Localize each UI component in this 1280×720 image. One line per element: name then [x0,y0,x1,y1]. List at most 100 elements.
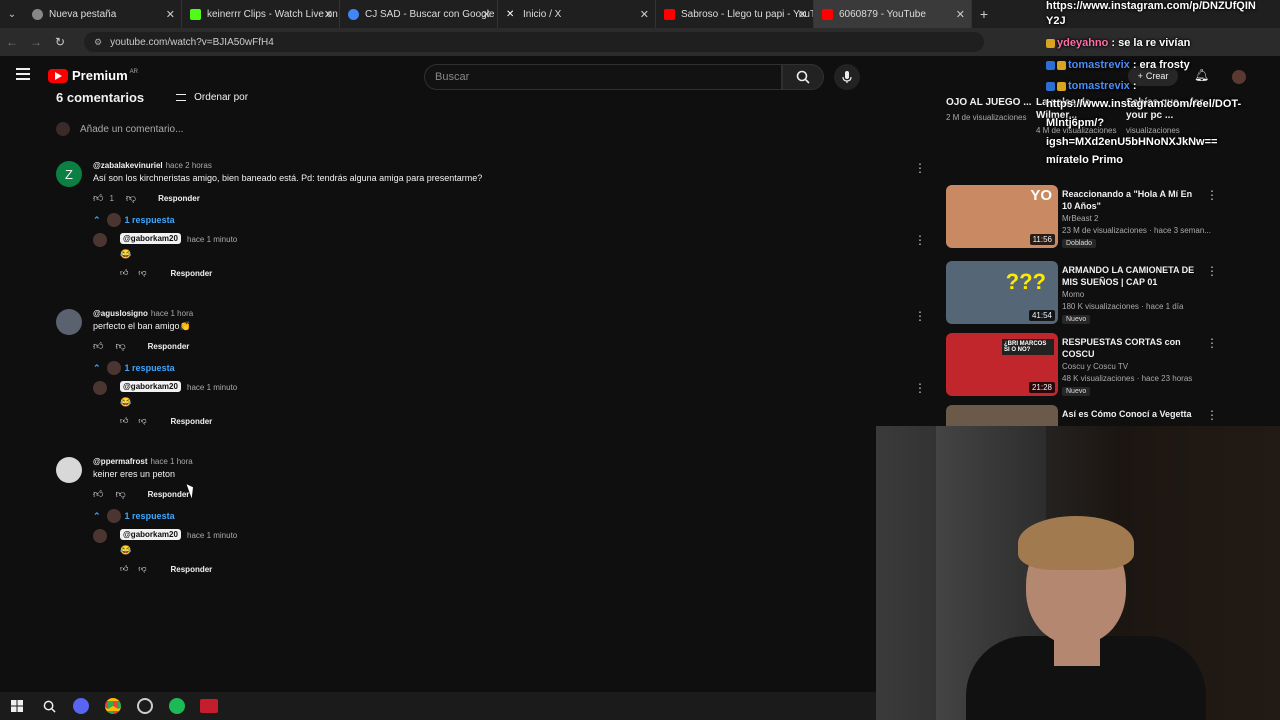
recommended-video[interactable]: Así es Cómo Conocí a Vegetta ⋮ [946,405,1226,426]
replies-toggle[interactable]: ⌃ 1 respuesta [93,509,175,523]
dislike-icon[interactable]: 👎︎ [115,488,125,500]
channel-name[interactable]: Coscu y Coscu TV [1062,362,1128,371]
menu-icon[interactable] [16,68,30,80]
tab-youtube-sabroso[interactable]: Sabroso - Llego tu papi - YouTu ✕ [656,0,814,28]
close-icon[interactable]: ✕ [166,8,175,21]
reply-button[interactable]: Responder [171,269,213,278]
comment-author[interactable]: @ppermafrost [93,457,147,466]
close-icon[interactable]: ✕ [324,8,333,21]
video-thumbnail[interactable]: ??? 41:54 [946,261,1058,324]
replies-toggle[interactable]: ⌃ 1 respuesta [93,213,175,227]
more-options-icon[interactable]: ⋮ [1206,264,1218,278]
more-options-icon[interactable]: ⋮ [914,381,926,395]
dislike-icon[interactable]: 👎︎ [115,340,125,352]
channel-name[interactable]: Momo [1062,290,1084,299]
reply-time[interactable]: hace 1 minuto [187,531,237,540]
forward-icon[interactable]: → [24,35,48,49]
more-options-icon[interactable]: ⋮ [914,309,926,323]
comment-meta: @zabalakevinuriel hace 2 horas [93,161,212,170]
dislike-icon[interactable]: 👎︎ [138,268,146,278]
search-icon[interactable] [38,695,60,717]
like-icon[interactable]: 👍︎ [120,268,128,278]
close-icon[interactable]: ✕ [640,8,649,21]
sort-button[interactable]: Ordenar por [176,92,248,103]
more-options-icon[interactable]: ⋮ [914,233,926,247]
tab-label: 6060879 - YouTube [839,8,926,20]
reply-author[interactable]: @gaborkam20 [120,381,181,392]
tab-google[interactable]: CJ SAD - Buscar con Google ✕ [340,0,498,28]
video-thumbnail[interactable] [946,405,1058,426]
new-tab-button[interactable]: + [972,6,996,22]
windows-start-icon[interactable] [6,695,28,717]
tab-x[interactable]: ✕ Inicio / X ✕ [498,0,656,28]
discord-icon[interactable] [70,695,92,717]
avatar: Z [56,161,82,187]
like-icon[interactable]: 👍︎ [93,192,103,204]
tab-nueva[interactable]: Nueva pestaña ✕ [24,0,182,28]
reply-button[interactable]: Responder [148,490,190,499]
comment-time[interactable]: hace 2 horas [166,161,212,170]
video-thumbnail[interactable]: ¿BRI MARCOS SI O NO? 21:28 [946,333,1058,396]
reply-button[interactable]: Responder [171,565,213,574]
reply-button[interactable]: Responder [158,194,200,203]
chat-message: tomastrevix : [1046,80,1137,92]
close-icon[interactable]: ✕ [482,8,491,21]
more-options-icon[interactable]: ⋮ [1206,188,1218,202]
reload-icon[interactable]: ↻ [48,35,72,49]
video-thumbnail[interactable]: YO 11:56 [946,185,1058,248]
like-icon[interactable]: 👍︎ [120,564,128,574]
site-info-icon[interactable]: ⚙ [94,37,102,48]
voice-search-button[interactable] [834,64,860,90]
like-icon[interactable]: 👍︎ [93,488,103,500]
stream-chat-overlay: https://www.instagram.com/p/DNZUfQIN Y2J… [1046,0,1280,172]
back-icon[interactable]: ← [0,35,24,49]
more-options-icon[interactable]: ⋮ [1206,336,1218,350]
more-options-icon[interactable]: ⋮ [914,161,926,175]
reply-actions: 👍︎ 👎︎ Responder [120,564,212,574]
like-icon[interactable]: 👍︎ [93,340,103,352]
search-input[interactable]: Buscar [424,64,782,90]
chat-line: Mlntj6pm/? [1046,117,1105,129]
dislike-icon[interactable]: 👎︎ [138,416,146,426]
reply-button[interactable]: Responder [171,417,213,426]
url-field[interactable]: ⚙ youtube.com/watch?v=BJIA50wFfH4 [84,32,984,52]
webcam-feed [876,426,1280,720]
youtube-icon [664,8,675,20]
close-icon[interactable]: ✕ [956,8,965,21]
chrome-icon[interactable] [102,695,124,717]
like-icon[interactable]: 👍︎ [120,416,128,426]
tab-search-icon[interactable]: ⌄ [0,0,24,28]
comments-header: 6 comentarios Ordenar por [56,90,248,105]
reply-button[interactable]: Responder [148,342,190,351]
channel-name[interactable]: MrBeast 2 [1062,214,1098,223]
spotify-icon[interactable] [166,695,188,717]
recommended-video[interactable]: ??? 41:54 ARMANDO LA CAMIONETA DE MIS SU… [946,261,1226,325]
add-comment-input[interactable]: Añade un comentario... [80,124,183,135]
youtube-logo[interactable]: Premium AR [48,68,138,83]
reply-author[interactable]: @gaborkam20 [120,233,181,244]
subscriber-badge-icon [1057,81,1066,91]
search-button[interactable] [782,64,824,90]
add-comment-row[interactable]: Añade un comentario... [56,122,183,136]
reply-time[interactable]: hace 1 minuto [187,383,237,392]
dislike-icon[interactable]: 👎︎ [126,192,136,204]
tab-youtube-active[interactable]: 6060879 - YouTube ✕ [814,0,972,28]
recommended-video[interactable]: YO 11:56 Reaccionando a "Hola A Mí En 10… [946,185,1226,249]
close-icon[interactable]: ✕ [798,8,807,21]
sort-label: Ordenar por [194,92,249,103]
replies-toggle[interactable]: ⌃ 1 respuesta [93,361,175,375]
comment-author[interactable]: @zabalakevinuriel [93,161,163,170]
reply-time[interactable]: hace 1 minuto [187,235,237,244]
tab-kick[interactable]: keinerrr Clips - Watch Live on K ✕ [182,0,340,28]
comment-time[interactable]: hace 1 hora [150,457,192,466]
comment-author[interactable]: @aguslosigno [93,309,148,318]
dislike-icon[interactable]: 👎︎ [138,564,146,574]
comment-time[interactable]: hace 1 hora [151,309,193,318]
reply-author[interactable]: @gaborkam20 [120,529,181,540]
avatar-letter: Z [65,166,73,182]
recommended-video[interactable]: ¿BRI MARCOS SI O NO? 21:28 RESPUESTAS CO… [946,333,1226,397]
obs-icon[interactable] [134,695,156,717]
more-options-icon[interactable]: ⋮ [1206,408,1218,422]
short-item[interactable]: OJO AL JUEGO ... 2 M de visualizaciones [946,96,1032,124]
video-app-icon[interactable] [198,695,220,717]
